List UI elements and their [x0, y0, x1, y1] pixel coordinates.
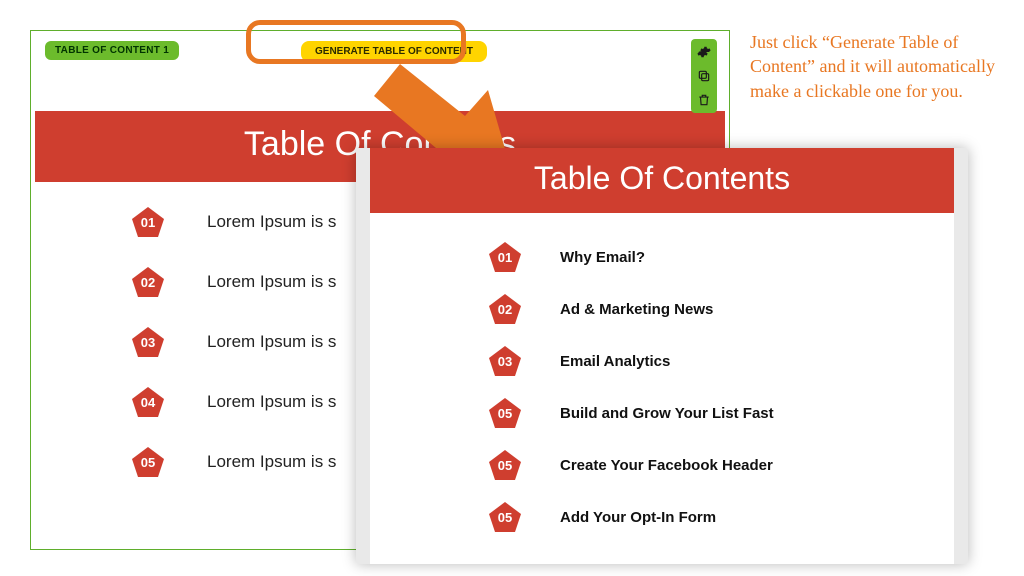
toc-item-text: Create Your Facebook Header: [560, 457, 773, 474]
list-item[interactable]: 01 Why Email?: [488, 241, 924, 273]
toc-item-text: Email Analytics: [560, 353, 670, 370]
pentagon-icon: 02: [488, 293, 522, 325]
pentagon-icon: 03: [488, 345, 522, 377]
toc-item-text: Lorem Ipsum is s: [207, 452, 336, 472]
toc-item-text: Lorem Ipsum is s: [207, 392, 336, 412]
annotation-caption: Just click “Generate Table of Content” a…: [750, 30, 1006, 103]
toc-item-text: Ad & Marketing News: [560, 301, 713, 318]
toc-item-text: Lorem Ipsum is s: [207, 332, 336, 352]
gear-icon[interactable]: [695, 43, 713, 61]
result-toc-header: Table Of Contents: [370, 148, 954, 213]
list-item[interactable]: 05 Add Your Opt-In Form: [488, 501, 924, 533]
result-toc-list: 01 Why Email? 02 Ad & Marketing News 03 …: [370, 213, 954, 533]
toc-item-text: Build and Grow Your List Fast: [560, 405, 774, 422]
toc-block-tag[interactable]: TABLE OF CONTENT 1: [45, 41, 179, 60]
page-margin-right: [954, 148, 968, 564]
pentagon-icon: 03: [131, 326, 165, 358]
generate-toc-button[interactable]: GENERATE TABLE OF CONTENT: [301, 41, 487, 62]
list-item[interactable]: 05 Build and Grow Your List Fast: [488, 397, 924, 429]
toc-item-text: Add Your Opt-In Form: [560, 509, 716, 526]
toc-item-text: Why Email?: [560, 249, 645, 266]
page-margin-left: [356, 148, 370, 564]
pentagon-icon: 05: [488, 501, 522, 533]
pentagon-icon: 05: [488, 397, 522, 429]
pentagon-icon: 05: [488, 449, 522, 481]
duplicate-icon[interactable]: [695, 67, 713, 85]
pentagon-icon: 05: [131, 446, 165, 478]
editor-toolbar: TABLE OF CONTENT 1 GENERATE TABLE OF CON…: [31, 31, 729, 81]
list-item[interactable]: 03 Email Analytics: [488, 345, 924, 377]
pentagon-icon: 02: [131, 266, 165, 298]
list-item[interactable]: 02 Ad & Marketing News: [488, 293, 924, 325]
pentagon-icon: 01: [488, 241, 522, 273]
toc-item-text: Lorem Ipsum is s: [207, 212, 336, 232]
pentagon-icon: 01: [131, 206, 165, 238]
result-panel: Table Of Contents 01 Why Email? 02 Ad & …: [356, 148, 968, 564]
list-item[interactable]: 05 Create Your Facebook Header: [488, 449, 924, 481]
toc-item-text: Lorem Ipsum is s: [207, 272, 336, 292]
pentagon-icon: 04: [131, 386, 165, 418]
trash-icon[interactable]: [695, 91, 713, 109]
block-tools: [691, 39, 717, 113]
